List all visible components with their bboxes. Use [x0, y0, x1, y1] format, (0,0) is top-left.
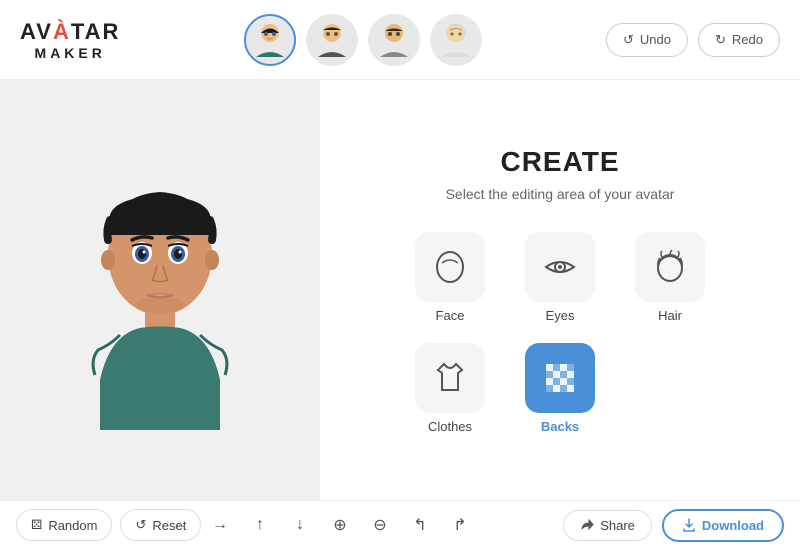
redo-label: Redo: [732, 32, 763, 47]
random-button[interactable]: ⚄ Random: [16, 509, 112, 541]
clothes-label: Clothes: [428, 419, 472, 434]
eyes-label: Eyes: [546, 308, 575, 323]
undo-button[interactable]: ↺ Undo: [606, 23, 688, 57]
face-icon: [432, 249, 468, 285]
logo-title: AVÀTAR: [20, 19, 120, 45]
backs-icon-bg: [525, 343, 595, 413]
undo-label: Undo: [640, 32, 671, 47]
face-label: Face: [436, 308, 465, 323]
avatar-preview-3[interactable]: [368, 14, 420, 66]
eyes-icon: [542, 249, 578, 285]
avatar-figure: [60, 150, 260, 430]
backs-icon: [542, 360, 578, 396]
logo-maker: MAKER: [35, 45, 106, 61]
logo-at-icon: À: [53, 19, 71, 44]
nav-down-button[interactable]: ↓: [285, 510, 315, 540]
undo-icon: ↺: [623, 32, 634, 48]
toolbar-nav: ← → ↑ ↓ ⊕ ⊖ ↰ ↱: [165, 510, 475, 540]
random-icon: ⚄: [31, 517, 42, 533]
backs-label: Backs: [541, 419, 579, 434]
app-logo: AVÀTAR MAKER: [20, 19, 120, 61]
option-hair[interactable]: Hair: [635, 232, 705, 323]
main-content: CREATE Select the editing area of your a…: [0, 80, 800, 500]
nav-up-button[interactable]: ↑: [245, 510, 275, 540]
share-icon: [580, 518, 594, 532]
nav-right-button[interactable]: →: [205, 510, 235, 540]
reset-icon: ↺: [135, 517, 146, 533]
create-subtitle: Select the editing area of your avatar: [446, 186, 675, 202]
option-eyes[interactable]: Eyes: [525, 232, 595, 323]
avatar-canvas: [20, 110, 300, 470]
download-label: Download: [702, 518, 764, 533]
eyes-icon-bg: [525, 232, 595, 302]
avatar-preview-2[interactable]: [306, 14, 358, 66]
hair-icon: [652, 249, 688, 285]
hair-label: Hair: [658, 308, 682, 323]
toolbar-wrapper: ⚄ Random ↺ Reset ← → ↑ ↓ ⊕ ⊖ ↰ ↱ Share: [16, 509, 784, 542]
options-grid: Face Eyes: [410, 232, 710, 434]
header: AVÀTAR MAKER: [0, 0, 800, 80]
option-face[interactable]: Face: [415, 232, 485, 323]
create-title: CREATE: [500, 146, 619, 178]
avatar-preview-4[interactable]: [430, 14, 482, 66]
redo-icon: ↻: [715, 32, 726, 48]
clothes-icon: [432, 360, 468, 396]
nav-zoom-out-button[interactable]: ⊖: [365, 510, 395, 540]
face-icon-bg: [415, 232, 485, 302]
random-label: Random: [48, 518, 97, 533]
redo-button[interactable]: ↻ Redo: [698, 23, 780, 57]
hair-icon-bg: [635, 232, 705, 302]
option-clothes[interactable]: Clothes: [415, 343, 485, 434]
clothes-icon-bg: [415, 343, 485, 413]
create-panel: CREATE Select the editing area of your a…: [320, 80, 800, 500]
share-button[interactable]: Share: [563, 510, 652, 541]
avatar-preview-1[interactable]: [244, 14, 296, 66]
share-label: Share: [600, 518, 635, 533]
toolbar-right: Share Download: [563, 509, 784, 542]
download-button[interactable]: Download: [662, 509, 784, 542]
nav-rotate-right-button[interactable]: ↱: [445, 510, 475, 540]
avatar-panel: [0, 80, 320, 500]
nav-rotate-left-button[interactable]: ↰: [405, 510, 435, 540]
nav-zoom-in-button[interactable]: ⊕: [325, 510, 355, 540]
option-backs[interactable]: Backs: [525, 343, 595, 434]
nav-left-button[interactable]: ←: [165, 510, 195, 540]
download-icon: [682, 518, 696, 532]
header-actions: ↺ Undo ↻ Redo: [606, 23, 780, 57]
avatar-preview-strip: [244, 14, 482, 66]
bottom-toolbar: ⚄ Random ↺ Reset ← → ↑ ↓ ⊕ ⊖ ↰ ↱ Share: [0, 500, 800, 549]
